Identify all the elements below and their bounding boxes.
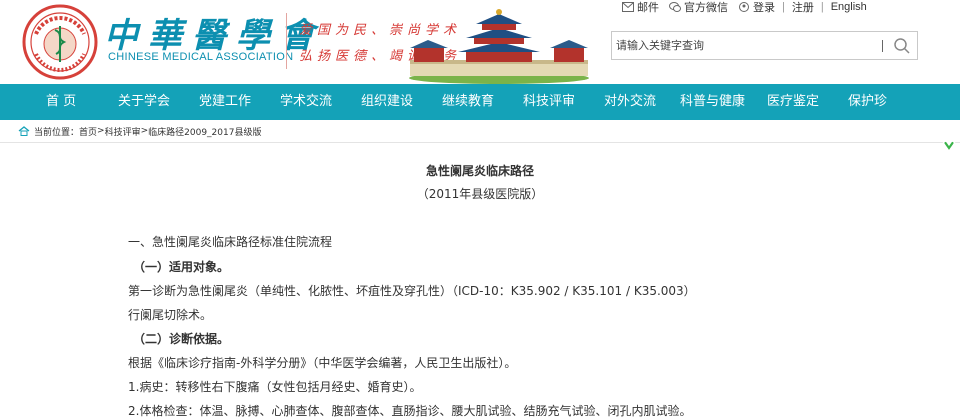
- login-link[interactable]: 登录: [753, 0, 775, 15]
- article-paragraph: 第一诊断为急性阑尾炎（单纯性、化脓性、坏疽性及穿孔性）（ICD-10：K35.9…: [128, 284, 696, 298]
- nav-item-international[interactable]: 对外交流: [604, 84, 656, 120]
- nav-item-academic[interactable]: 学术交流: [280, 84, 332, 120]
- wechat-link[interactable]: 官方微信: [684, 0, 728, 15]
- breadcrumb-level2[interactable]: 临床路径2009_2017县级版: [148, 125, 261, 138]
- article-paragraph: 根据《临床诊疗指南-外科学分册》（中华医学会编著，人民卫生出版社）。: [128, 356, 517, 370]
- nav-item-about[interactable]: 关于学会: [118, 84, 170, 120]
- register-link[interactable]: 注册: [792, 0, 814, 15]
- temple-of-heaven-illustration: [409, 9, 589, 84]
- floating-widget-icon[interactable]: [942, 139, 956, 153]
- site-header: 中華醫學會 CHINESE MEDICAL ASSOCIATION 爱国为民、崇…: [0, 0, 960, 84]
- nav-item-review[interactable]: 科技评审: [523, 84, 575, 120]
- article-subtitle: （2011年县级医院版）: [416, 187, 544, 201]
- search-divider: [882, 40, 883, 52]
- breadcrumb-divider: [0, 142, 960, 143]
- article-paragraph: 行阑尾切除术。: [128, 308, 213, 322]
- article-title: 急性阑尾炎临床路径: [425, 164, 534, 178]
- nav-item-protection[interactable]: 保护珍: [848, 84, 887, 120]
- breadcrumb-separator: >: [97, 126, 105, 136]
- association-seal-logo[interactable]: [22, 4, 98, 80]
- toplinks-separator: |: [820, 1, 824, 13]
- top-links: 邮件 官方微信 登录 | 注册 | English: [622, 0, 867, 14]
- article-paragraph: 2.体格检查：体温、脉搏、心肺查体、腹部查体、直肠指诊、腰大肌试验、结肠充气试验…: [128, 404, 692, 418]
- mail-icon: [622, 2, 634, 12]
- search-input[interactable]: [612, 32, 882, 59]
- nav-item-party[interactable]: 党建工作: [199, 84, 251, 120]
- breadcrumb-separator: >: [140, 126, 149, 136]
- article-paragraph: 1.病史：转移性右下腹痛（女性包括月经史、婚育史）。: [128, 380, 422, 394]
- nav-item-health[interactable]: 科普与健康: [680, 84, 745, 120]
- breadcrumb-label: 当前位置：: [34, 127, 80, 138]
- nav-item-appraisal[interactable]: 医疗鉴定: [767, 84, 819, 120]
- mail-link[interactable]: 邮件: [637, 0, 659, 15]
- article-heading: （二）诊断依据。: [133, 332, 230, 346]
- breadcrumb-home[interactable]: 首页: [79, 125, 97, 138]
- main-nav: 首 页 关于学会 党建工作 学术交流 组织建设 继续教育 科技评审 对外交流 科…: [0, 84, 960, 120]
- search-icon[interactable]: [892, 36, 912, 56]
- user-icon: [739, 2, 749, 12]
- nav-item-home[interactable]: 首 页: [46, 84, 76, 120]
- search-box: [611, 31, 918, 60]
- nav-item-education[interactable]: 继续教育: [442, 84, 494, 120]
- article-heading: （一）适用对象。: [133, 260, 230, 274]
- breadcrumb-level1[interactable]: 科技评审: [105, 125, 141, 138]
- breadcrumb: 当前位置： 首页 > 科技评审 > 临床路径2009_2017县级版: [18, 122, 261, 140]
- article-paragraph: 一、急性阑尾炎临床路径标准住院流程: [128, 235, 333, 249]
- english-link[interactable]: English: [831, 1, 867, 13]
- home-icon: [18, 126, 30, 136]
- nav-item-organization[interactable]: 组织建设: [361, 84, 413, 120]
- brand-name-en: CHINESE MEDICAL ASSOCIATION: [108, 51, 294, 63]
- toplinks-separator: |: [782, 1, 785, 13]
- wechat-icon: [669, 2, 681, 12]
